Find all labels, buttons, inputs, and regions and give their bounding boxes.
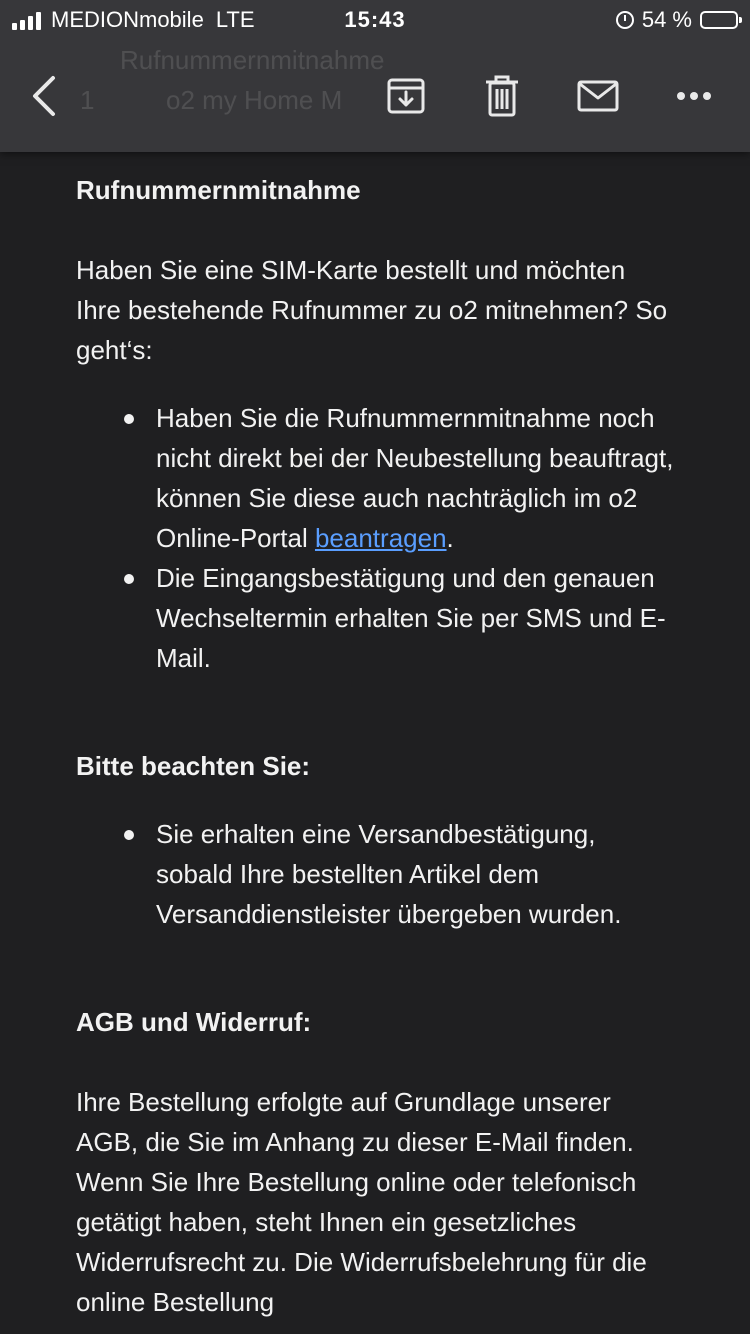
list-item-end: . — [446, 523, 454, 553]
number-porting-intro: Haben Sie eine SIM-Karte bestellt und mö… — [76, 255, 668, 365]
faded-count: 1 — [80, 85, 95, 115]
trash-icon — [486, 75, 518, 117]
email-body: Rufnummernmitnahme Haben Sie eine SIM-Ka… — [0, 152, 750, 1322]
list-item: Sie erhalten eine Versandbestätigung, so… — [124, 814, 674, 934]
status-bar: MEDIONmobile LTE 15:43 54 % — [0, 0, 750, 40]
section-heading-notice: Bitte beachten Sie: — [76, 751, 311, 781]
more-icon — [677, 92, 711, 100]
beantragen-link[interactable]: beantragen — [315, 523, 447, 553]
section-heading-terms: AGB und Widerruf: — [76, 1007, 312, 1037]
more-button[interactable] — [664, 66, 724, 126]
list-item: Haben Sie die Rufnummernmitnahme noch ni… — [124, 398, 674, 558]
reply-button[interactable] — [568, 66, 628, 126]
back-button[interactable] — [14, 66, 74, 126]
back-chevron-icon — [33, 76, 55, 116]
mail-toolbar: Rufnummernmitnahme 1 o2 my Home M — [0, 40, 750, 152]
list-item: Die Eingangsbestätigung und den genauen … — [124, 558, 674, 678]
delete-button[interactable] — [472, 66, 532, 126]
archive-icon — [387, 78, 425, 114]
battery-icon — [700, 11, 742, 29]
mail-icon — [577, 80, 619, 112]
number-porting-list: Haben Sie die Rufnummernmitnahme noch ni… — [76, 398, 674, 678]
notice-list: Sie erhalten eine Versandbestätigung, so… — [76, 814, 674, 934]
status-bar-right: 54 % — [615, 7, 742, 33]
battery-percent: 54 % — [641, 7, 692, 32]
alarm-icon — [615, 11, 634, 29]
terms-text: Ihre Bestellung erfolgte auf Grundlage u… — [76, 1087, 647, 1317]
section-heading-number-porting: Rufnummernmitnahme — [76, 175, 361, 205]
archive-button[interactable] — [376, 66, 436, 126]
